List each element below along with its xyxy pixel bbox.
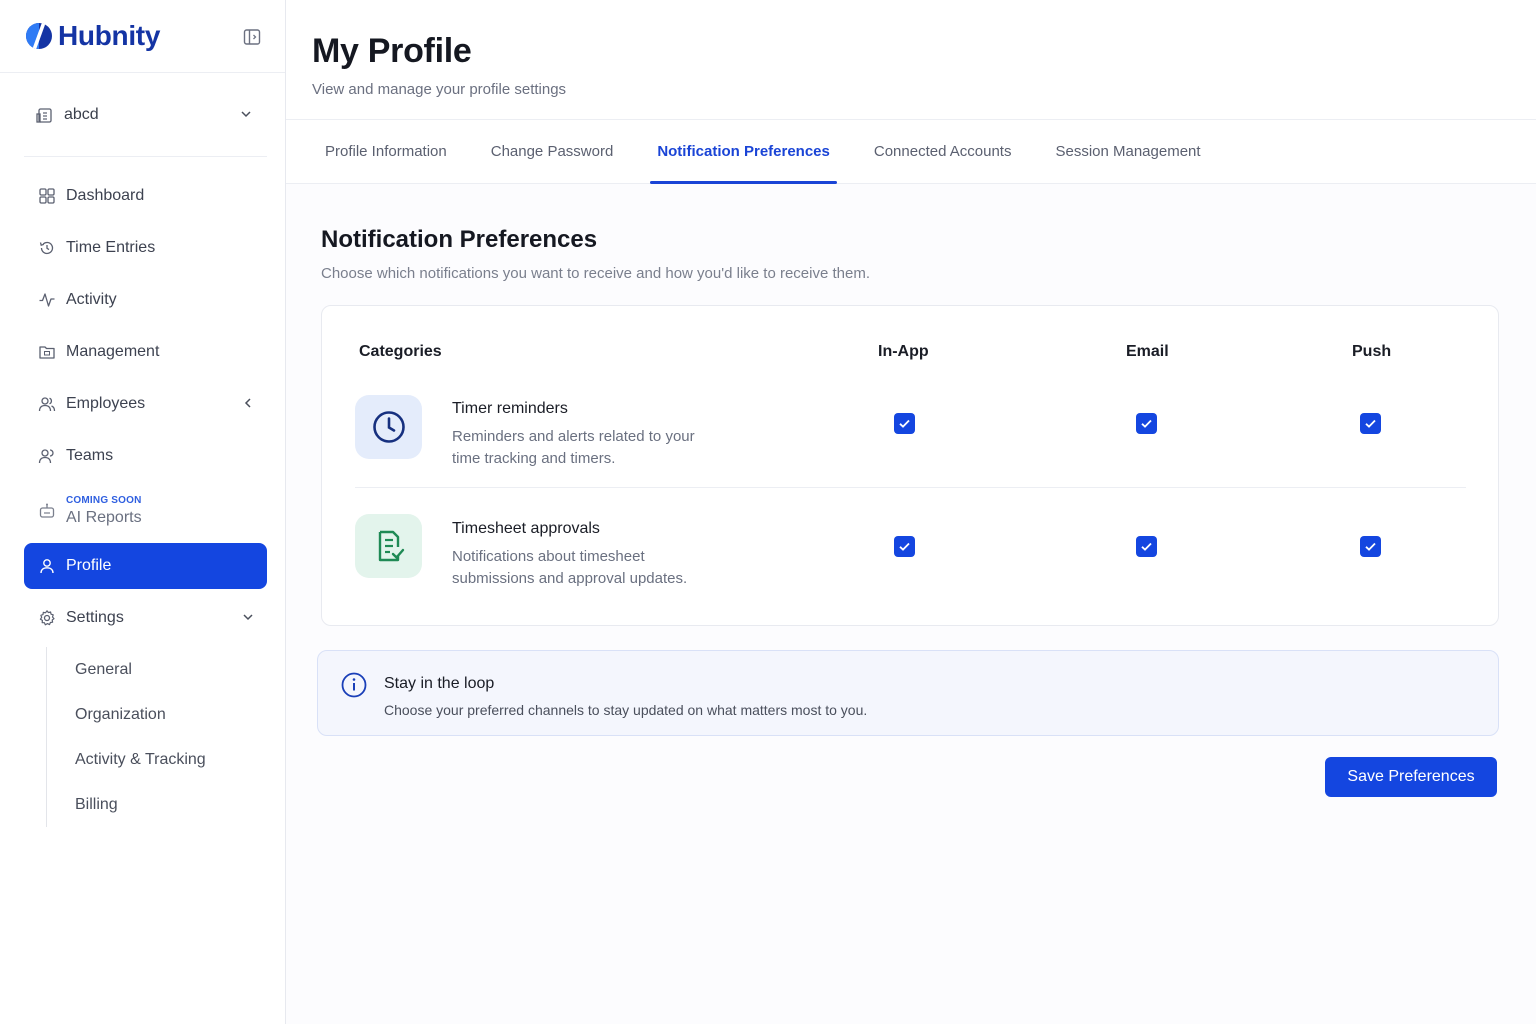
settings-item-activity-tracking[interactable]: Activity & Tracking: [47, 737, 285, 782]
sidebar-item-ai-reports: COMING SOON AI Reports: [24, 485, 267, 537]
info-description: Choose your preferred channels to stay u…: [384, 702, 868, 718]
history-icon: [39, 241, 54, 255]
tab-notification-preferences[interactable]: Notification Preferences: [650, 119, 837, 184]
notification-table: Categories In-App Email Push Timer remin…: [321, 305, 1499, 626]
check-icon: [899, 542, 910, 551]
gear-icon: [39, 610, 55, 626]
row-title-timer-reminders: Timer reminders: [452, 400, 568, 417]
sidebar-item-label: Teams: [66, 447, 114, 464]
info-banner: Stay in the loop Choose your preferred c…: [317, 650, 1499, 736]
sidebar-item-time-entries[interactable]: Time Entries: [24, 225, 267, 271]
sidebar-item-profile[interactable]: Profile: [24, 543, 267, 589]
timer-reminders-email-checkbox[interactable]: [1136, 413, 1157, 434]
activity-icon: [39, 293, 55, 307]
sidebar-item-label: Profile: [66, 557, 112, 574]
settings-item-organization[interactable]: Organization: [47, 692, 285, 737]
chevron-down-icon: [243, 614, 253, 621]
sidebar-item-label: Management: [66, 343, 160, 360]
timer-reminders-in-app-checkbox[interactable]: [894, 413, 915, 434]
sidebar-collapse-icon[interactable]: [243, 28, 261, 46]
main-content: My Profile View and manage your profile …: [286, 0, 1536, 1024]
timer-reminders-push-checkbox[interactable]: [1360, 413, 1381, 434]
timesheet-approvals-in-app-checkbox[interactable]: [894, 536, 915, 557]
sidebar-item-employees[interactable]: Employees: [24, 381, 267, 427]
sidebar-item-settings[interactable]: Settings: [24, 595, 267, 641]
sidebar-item-teams[interactable]: Teams: [24, 433, 267, 479]
hubnity-logo-icon: [26, 23, 52, 49]
sidebar-item-label: Time Entries: [66, 239, 156, 256]
column-header-push: Push: [1352, 343, 1392, 360]
users-icon: [38, 397, 56, 412]
clock-icon: [355, 395, 422, 459]
settings-subnav: General Organization Activity & Tracking…: [46, 647, 285, 827]
row-desc-timer-reminders: Reminders and alerts related to your tim…: [452, 428, 695, 467]
timesheet-approvals-email-checkbox[interactable]: [1136, 536, 1157, 557]
info-icon: [341, 672, 367, 698]
info-title: Stay in the loop: [384, 675, 495, 692]
sidebar-item-label: Dashboard: [66, 187, 145, 204]
grid-icon: [39, 188, 55, 204]
row-title-timesheet-approvals: Timesheet approvals: [452, 520, 600, 537]
brand-name: Hubnity: [58, 20, 161, 51]
settings-item-general[interactable]: General: [47, 647, 285, 692]
page-subtitle: View and manage your profile settings: [312, 81, 567, 98]
folder-icon: [39, 346, 55, 359]
workspace-switcher[interactable]: abcd: [24, 73, 267, 157]
page-header: My Profile View and manage your profile …: [286, 0, 1536, 120]
sidebar-item-activity[interactable]: Activity: [24, 277, 267, 323]
tab-change-password[interactable]: Change Password: [484, 119, 621, 183]
timesheet-approvals-push-checkbox[interactable]: [1360, 536, 1381, 557]
column-header-email: Email: [1126, 343, 1169, 360]
robot-icon: [39, 503, 55, 518]
sidebar-item-management[interactable]: Management: [24, 329, 267, 375]
tab-profile-information[interactable]: Profile Information: [318, 119, 454, 183]
section-subtitle: Choose which notifications you want to r…: [321, 265, 870, 282]
building-icon: [36, 107, 52, 123]
sidebar-nav: Dashboard Time Entries Activity Manageme…: [0, 157, 285, 827]
check-icon: [1365, 542, 1376, 551]
check-icon: [1141, 419, 1152, 428]
check-icon: [1365, 419, 1376, 428]
coming-soon-badge: COMING SOON: [66, 495, 142, 506]
sidebar-item-label: Employees: [66, 395, 146, 412]
section-title: Notification Preferences: [321, 226, 598, 253]
brand: Hubnity: [0, 0, 285, 73]
workspace-name: abcd: [64, 105, 99, 123]
chevron-down-icon: [241, 111, 251, 118]
column-header-in-app: In-App: [878, 343, 929, 360]
page-title: My Profile: [312, 32, 472, 70]
tab-session-management[interactable]: Session Management: [1048, 119, 1207, 183]
sidebar: Hubnity abcd Dashboard Time Entries Acti…: [0, 0, 286, 1024]
row-divider: [355, 487, 1466, 488]
save-preferences-button[interactable]: Save Preferences: [1325, 757, 1497, 797]
user-icon: [40, 559, 54, 574]
column-header-categories: Categories: [359, 343, 442, 360]
profile-tabs: Profile Information Change Password Noti…: [286, 120, 1536, 184]
sidebar-item-label: AI Reports: [66, 509, 142, 526]
sidebar-item-label: Settings: [66, 609, 124, 626]
team-icon: [38, 449, 54, 464]
sidebar-item-label: Activity: [66, 291, 117, 308]
settings-item-billing[interactable]: Billing: [47, 782, 285, 827]
checklist-icon: [355, 514, 422, 578]
tab-connected-accounts[interactable]: Connected Accounts: [867, 119, 1019, 183]
check-icon: [1141, 542, 1152, 551]
chevron-left-icon: [244, 398, 251, 408]
row-desc-timesheet-approvals: Notifications about timesheet submission…: [452, 548, 688, 587]
check-icon: [899, 419, 910, 428]
sidebar-item-dashboard[interactable]: Dashboard: [24, 173, 267, 219]
